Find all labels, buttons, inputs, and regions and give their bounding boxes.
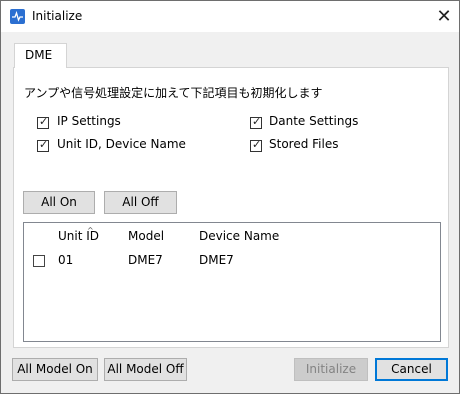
description-text: アンプや信号処理設定に加えて下記項目も初期化します — [24, 86, 323, 100]
column-header-model[interactable]: Model — [128, 229, 164, 243]
all-off-button[interactable]: All Off — [104, 191, 177, 214]
initialize-dialog: Initialize ✕ DME アンプや信号処理設定に加えて下記項目も初期化し… — [0, 0, 460, 394]
initialize-button[interactable]: Initialize — [294, 358, 368, 381]
sort-ascending-icon: ^ — [87, 226, 94, 235]
checkmark-icon: ✓ — [39, 138, 49, 151]
all-model-on-button[interactable]: All Model On — [12, 358, 98, 381]
stored-files-checkbox[interactable]: ✓ — [250, 138, 262, 152]
unit-id-device-name-checkbox[interactable]: ✓ — [37, 138, 49, 152]
device-name-cell: DME7 — [199, 253, 234, 267]
checkmark-icon: ✓ — [39, 115, 49, 128]
unit-id-device-name-label: Unit ID, Device Name — [57, 137, 186, 151]
checkmark-icon: ✓ — [252, 138, 262, 151]
ip-settings-label: IP Settings — [57, 114, 121, 128]
column-header-device-name[interactable]: Device Name — [199, 229, 279, 243]
ip-settings-checkbox[interactable]: ✓ — [37, 115, 49, 129]
tab-panel: アンプや信号処理設定に加えて下記項目も初期化します ✓ IP Settings … — [13, 67, 449, 348]
all-model-off-button[interactable]: All Model Off — [104, 358, 187, 381]
app-icon — [10, 9, 25, 24]
all-on-button[interactable]: All On — [23, 191, 95, 214]
stored-files-label: Stored Files — [269, 137, 339, 151]
title-bar[interactable]: Initialize ✕ — [1, 1, 459, 32]
unit-id-cell: 01 — [58, 253, 74, 267]
column-header-unit-id[interactable]: ^ Unit ID — [58, 226, 99, 243]
dante-settings-label: Dante Settings — [269, 114, 359, 128]
row-select-checkbox[interactable] — [33, 255, 45, 267]
dante-settings-checkbox[interactable]: ✓ — [250, 115, 262, 129]
window-title: Initialize — [32, 9, 83, 23]
cancel-button[interactable]: Cancel — [375, 358, 448, 381]
checkmark-icon: ✓ — [252, 115, 262, 128]
model-cell: DME7 — [128, 253, 163, 267]
close-icon[interactable]: ✕ — [431, 4, 457, 30]
device-table[interactable]: ^ Unit ID Model Device Name 01 DME7 DME7 — [23, 222, 441, 342]
tab-dme[interactable]: DME — [14, 43, 67, 68]
tab-label: DME — [25, 48, 53, 62]
